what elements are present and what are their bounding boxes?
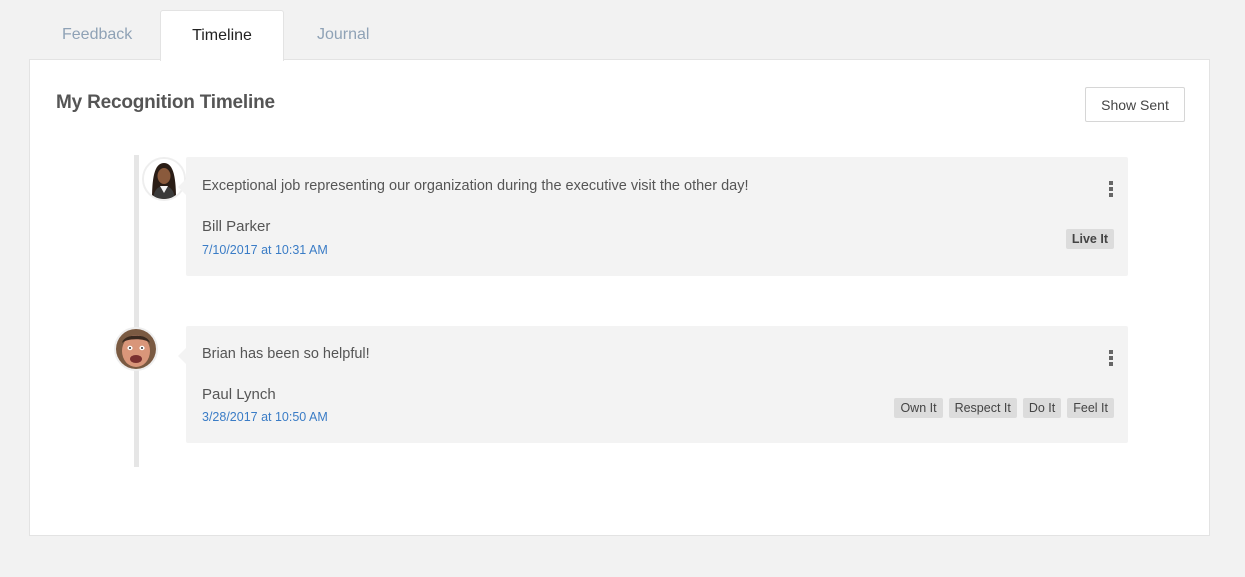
avatar: [114, 327, 158, 371]
recognition-message: Exceptional job representing our organiz…: [202, 178, 749, 194]
date-link[interactable]: 3/28/2017 at 10:50 AM: [202, 410, 328, 424]
tab-journal[interactable]: Journal: [317, 10, 369, 59]
tab-timeline[interactable]: Timeline: [160, 10, 284, 61]
more-options-icon[interactable]: [1108, 350, 1114, 370]
recognition-message: Brian has been so helpful!: [202, 346, 370, 362]
value-tags: Live It: [1065, 229, 1114, 249]
value-tag: Live It: [1065, 229, 1114, 249]
page-title: My Recognition Timeline: [56, 92, 275, 113]
list-item: Brian has been so helpful! Paul Lynch 3/…: [178, 326, 1128, 443]
timeline-panel: My Recognition Timeline Show Sent Except…: [29, 59, 1210, 536]
man-avatar-icon: [116, 329, 156, 369]
author-name: Paul Lynch: [202, 386, 276, 403]
date-link[interactable]: 7/10/2017 at 10:31 AM: [202, 243, 328, 257]
author-name: Bill Parker: [202, 218, 271, 235]
tab-feedback[interactable]: Feedback: [62, 10, 132, 59]
show-sent-button[interactable]: Show Sent: [1085, 87, 1185, 122]
timeline-line: [134, 155, 139, 467]
value-tag: Feel It: [1067, 398, 1114, 418]
value-tag: Respect It: [948, 398, 1017, 418]
list-item: Exceptional job representing our organiz…: [178, 157, 1128, 276]
value-tags: Own It Respect It Do It Feel It: [894, 398, 1114, 418]
value-tag: Own It: [894, 398, 943, 418]
more-options-icon[interactable]: [1108, 181, 1114, 201]
value-tag: Do It: [1022, 398, 1062, 418]
